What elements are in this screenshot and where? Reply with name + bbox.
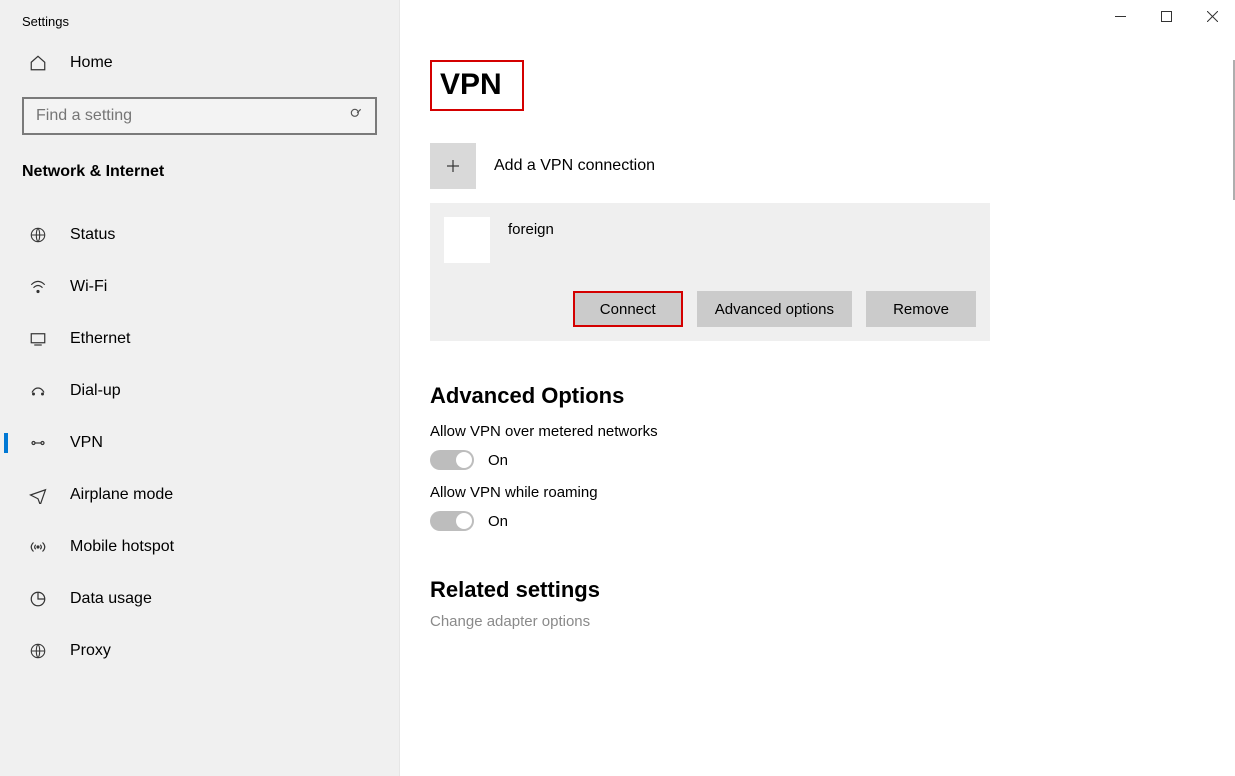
roaming-toggle[interactable] [430,511,474,531]
metered-label: Allow VPN over metered networks [430,423,1195,440]
sidebar-item-label: VPN [70,434,103,452]
sidebar-item-label: Proxy [70,642,111,660]
sidebar-item-label: Wi-Fi [70,278,107,296]
home-icon [28,53,48,73]
sidebar-item-vpn[interactable]: VPN [0,417,399,469]
datausage-icon [28,589,48,609]
connect-button[interactable]: Connect [573,291,683,327]
roaming-label: Allow VPN while roaming [430,484,1195,501]
related-settings-heading: Related settings [430,577,1195,603]
add-vpn-row[interactable]: Add a VPN connection [430,143,1195,189]
add-vpn-label: Add a VPN connection [494,157,655,175]
metered-toggle-state: On [488,452,508,469]
sidebar-item-label: Data usage [70,590,152,608]
plus-icon [430,143,476,189]
sidebar-item-status[interactable]: Status [0,209,399,261]
nav-list: Status Wi-Fi Ethernet Dial-up [0,209,399,677]
hotspot-icon [28,537,48,557]
sidebar-item-label: Mobile hotspot [70,538,174,556]
sidebar-item-ethernet[interactable]: Ethernet [0,313,399,365]
app-title: Settings [0,0,399,43]
sidebar-item-dialup[interactable]: Dial-up [0,365,399,417]
sidebar-item-hotspot[interactable]: Mobile hotspot [0,521,399,573]
page-title: VPN [430,60,524,111]
sidebar-item-label: Status [70,226,115,244]
ethernet-icon [28,329,48,349]
change-adapter-options-link[interactable]: Change adapter options [430,613,1195,630]
search-icon [349,107,363,125]
status-icon [28,225,48,245]
sidebar-item-proxy[interactable]: Proxy [0,625,399,677]
roaming-toggle-state: On [488,513,508,530]
vpn-connection-icon [444,217,490,263]
sidebar-item-label: Ethernet [70,330,130,348]
metered-toggle[interactable] [430,450,474,470]
sidebar-item-label: Dial-up [70,382,121,400]
advanced-options-button[interactable]: Advanced options [697,291,852,327]
advanced-options-heading: Advanced Options [430,383,1195,409]
sidebar-category: Network & Internet [0,143,399,187]
dialup-icon [28,381,48,401]
sidebar-item-label: Airplane mode [70,486,173,504]
vpn-icon [28,433,48,453]
window-maximize[interactable] [1143,0,1189,32]
home-nav[interactable]: Home [0,43,399,83]
main-content: VPN Add a VPN connection foreign Connect… [400,0,1235,776]
vpn-connection-card[interactable]: foreign Connect Advanced options Remove [430,203,990,341]
window-close[interactable] [1189,0,1235,32]
remove-button[interactable]: Remove [866,291,976,327]
wifi-icon [28,277,48,297]
proxy-icon [28,641,48,661]
search-wrap [0,83,399,143]
sidebar-item-wifi[interactable]: Wi-Fi [0,261,399,313]
home-label: Home [70,54,113,72]
sidebar-item-datausage[interactable]: Data usage [0,573,399,625]
window-minimize[interactable] [1097,0,1143,32]
airplane-icon [28,485,48,505]
sidebar-item-airplane[interactable]: Airplane mode [0,469,399,521]
search-input[interactable] [22,97,377,135]
titlebar [1097,0,1235,32]
vpn-connection-name: foreign [508,217,554,238]
settings-sidebar: Settings Home Network & Internet Status [0,0,400,776]
